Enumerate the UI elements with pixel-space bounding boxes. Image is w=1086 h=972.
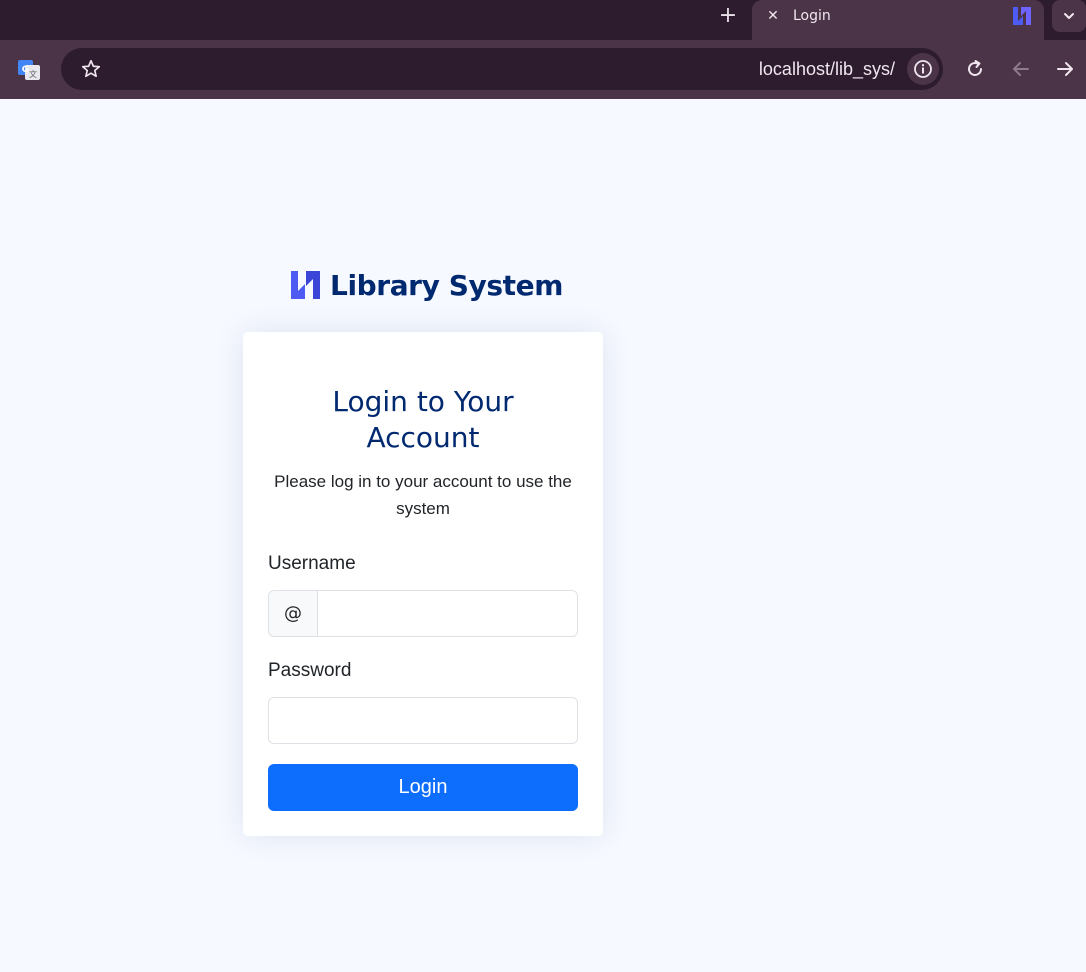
login-card: Login to Your Account Please log in to y… <box>243 332 603 836</box>
login-button[interactable]: Login <box>268 764 578 811</box>
at-sign-addon: @ <box>268 590 318 637</box>
password-input[interactable] <box>268 697 578 744</box>
password-label: Password <box>268 660 352 681</box>
brand-logo-icon <box>291 271 320 299</box>
username-input-group: @ <box>268 590 578 637</box>
tab-close-icon[interactable]: ✕ <box>764 6 782 26</box>
new-tab-button[interactable]: + <box>712 2 744 30</box>
star-icon[interactable] <box>80 58 102 80</box>
svg-text:文: 文 <box>29 69 37 79</box>
chevron-down-icon <box>1064 13 1074 19</box>
info-icon <box>914 60 932 78</box>
username-input[interactable] <box>317 590 578 637</box>
brand-name: Library System <box>330 269 564 302</box>
address-bar[interactable]: localhost/lib_sys/ <box>61 48 943 90</box>
site-info-button[interactable] <box>907 53 939 85</box>
card-subtitle: Please log in to your account to use the… <box>274 472 572 518</box>
url-text[interactable]: localhost/lib_sys/ <box>759 58 895 80</box>
reload-icon[interactable] <box>963 57 987 81</box>
back-icon[interactable] <box>1009 57 1033 81</box>
favicon <box>1013 7 1031 25</box>
tab-search-button[interactable] <box>1052 0 1086 32</box>
forward-icon[interactable] <box>1053 57 1077 81</box>
brand-logo-link[interactable]: Library System <box>290 266 570 306</box>
translate-icon[interactable]: G 文 <box>17 58 41 82</box>
tab-strip: + ✕ Login <box>0 0 1086 40</box>
card-title: Login to Your Account <box>332 385 514 454</box>
tab-title: Login <box>793 8 831 24</box>
active-tab[interactable]: ✕ Login <box>752 0 1044 40</box>
username-label: Username <box>268 553 356 574</box>
browser-toolbar: G 文 localhost/lib_sys/ <box>0 40 1086 99</box>
